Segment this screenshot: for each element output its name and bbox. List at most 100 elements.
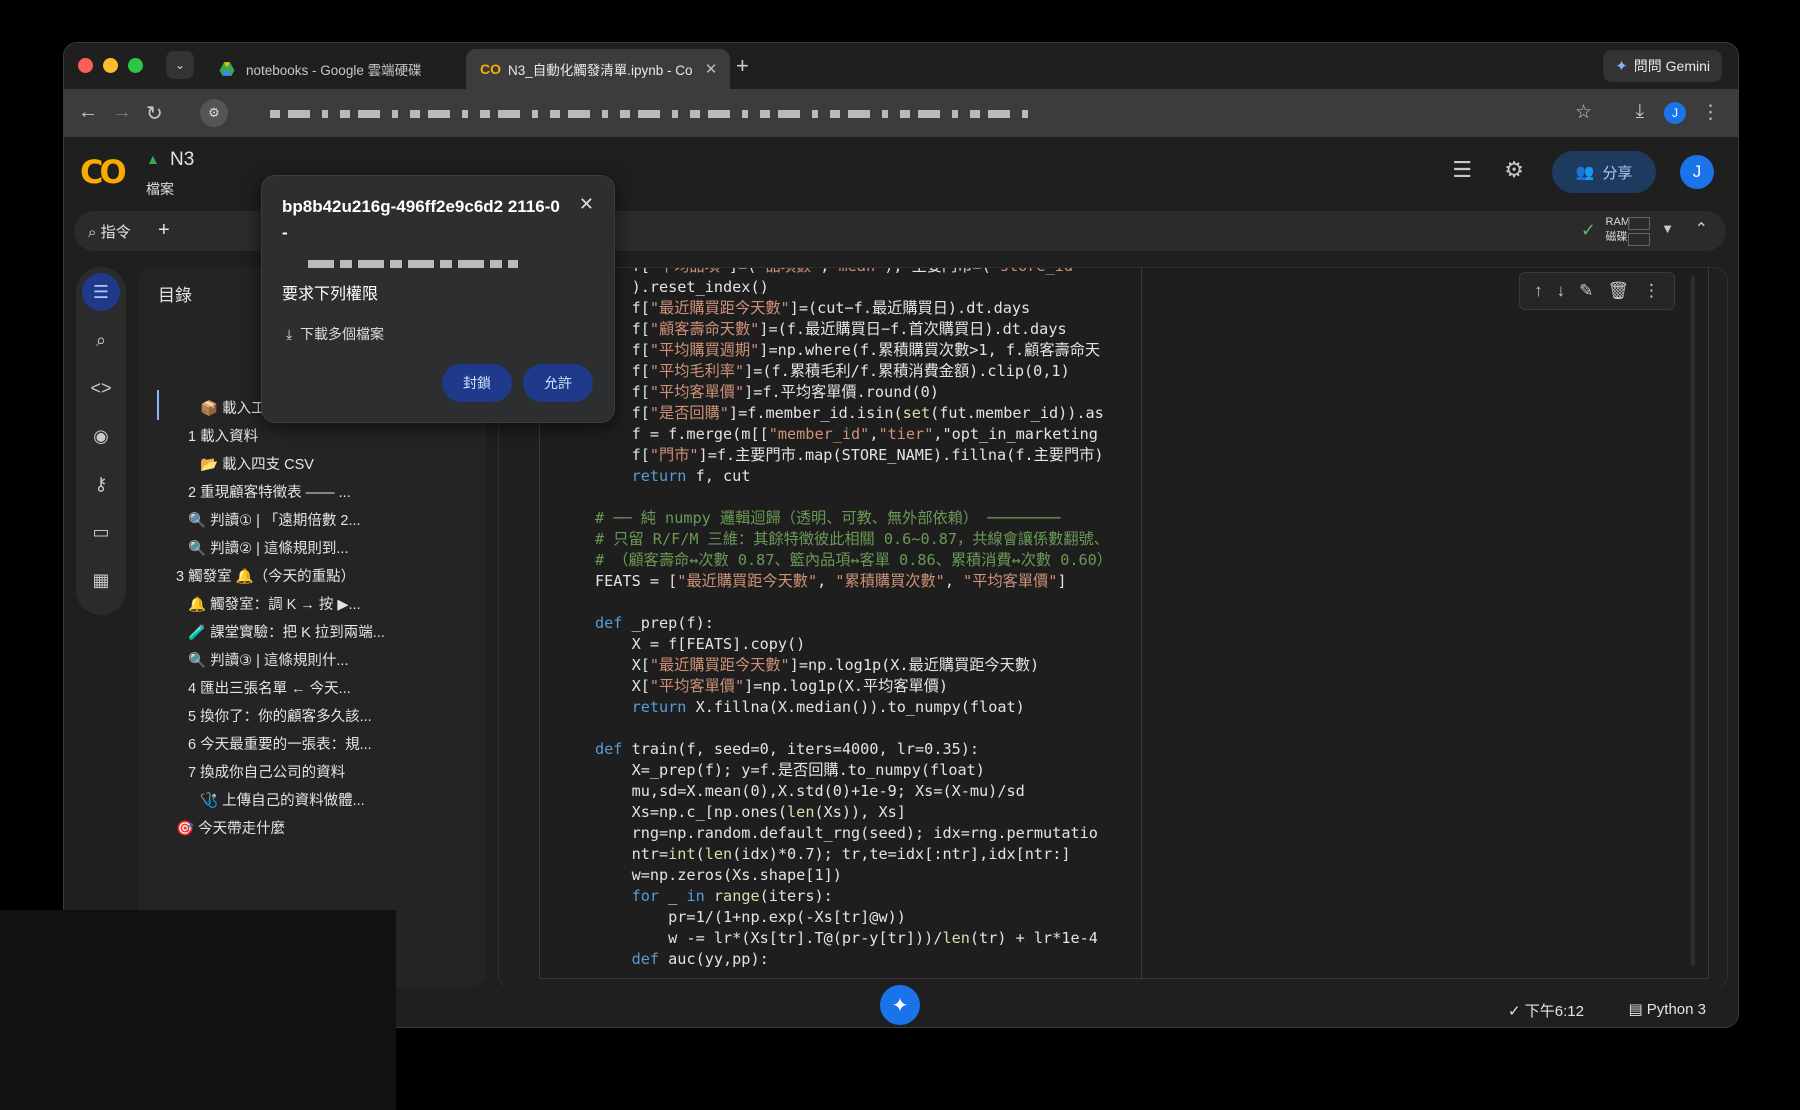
runtime-dropdown-icon[interactable]: ▼ bbox=[1661, 221, 1674, 236]
files-folder-icon[interactable]: ▭ bbox=[82, 513, 120, 551]
account-avatar[interactable]: J bbox=[1680, 155, 1714, 189]
resource-labels[interactable]: RAM 磁碟 bbox=[1606, 215, 1630, 245]
code-line: ).reset_index() bbox=[595, 278, 769, 296]
code-line: FEATS = ["最近購買距今天數", "累積購買次數", "平均客單價"] bbox=[595, 572, 1067, 590]
toc-item[interactable]: 🔍 判讀① | 「遠期倍數 2... bbox=[188, 509, 361, 530]
code-snippets-icon[interactable]: <> bbox=[82, 369, 120, 407]
toc-item[interactable]: 2 重現顧客特徵表 —— ... bbox=[188, 481, 351, 502]
toc-item[interactable]: 7 換成你自己公司的資料 bbox=[188, 761, 345, 782]
more-vert-icon[interactable]: ⋮ bbox=[1643, 281, 1660, 301]
ask-gemini-button[interactable]: ✦ 問問 Gemini bbox=[1603, 50, 1722, 82]
new-tab-button[interactable]: + bbox=[736, 53, 749, 79]
left-rail: ☰ ⌕ <> ◉ ⚷ ▭ ▦ bbox=[76, 267, 126, 615]
drive-icon: ▲ bbox=[146, 151, 160, 167]
delete-trash-icon[interactable]: 🗑 bbox=[1607, 281, 1629, 301]
data-table-icon[interactable]: ▦ bbox=[82, 561, 120, 599]
tab-colab-notebook[interactable]: CO N3_自動化觸發清單.ipynb - Co ✕ bbox=[466, 49, 730, 89]
runtime-status[interactable]: ▤ Python 3 bbox=[1628, 1000, 1706, 1018]
search-icon: ⌕ bbox=[88, 224, 97, 241]
comment-icon[interactable]: ☰ bbox=[1452, 157, 1472, 183]
notebook-title[interactable]: N3 bbox=[170, 149, 194, 171]
code-line: for _ in range(iters): bbox=[631, 887, 833, 905]
code-line: f["平均購買週期"]=np.where(f.累積購買次數>1, f.顧客壽命天 bbox=[595, 341, 1101, 359]
code-line: f["平均毛利率"]=(f.累積毛利/f.累積消費金額).clip(0,1) bbox=[595, 362, 1070, 380]
code-line: return f, cut bbox=[631, 467, 751, 485]
address-bar-redacted[interactable] bbox=[270, 110, 1030, 118]
forward-arrow-icon[interactable]: → bbox=[112, 101, 132, 124]
profile-avatar[interactable]: J bbox=[1664, 102, 1686, 124]
code-line: # （顧客壽命↔次數 0.87、籃內品項↔客單 0.86、累積消費↔次數 0.6… bbox=[595, 551, 1112, 569]
notebook-editor: ▶ f["平均品項"]=("品項數","mean"), 主要門市=("store… bbox=[498, 267, 1728, 989]
share-button[interactable]: 👥 分享 bbox=[1552, 151, 1656, 193]
last-run-time[interactable]: ✓ 下午6:12 bbox=[1508, 1000, 1584, 1021]
minimize-window-button[interactable] bbox=[103, 58, 118, 73]
code-line: Xs=np.c_[np.ones(len(Xs)), Xs] bbox=[595, 803, 906, 821]
code-line: ntr=int(len(idx)*0.7); tr,te=idx[:ntr],i… bbox=[595, 845, 1071, 863]
bookmark-star-icon[interactable]: ☆ bbox=[1575, 101, 1592, 124]
code-line: def _prep(f): bbox=[595, 614, 714, 632]
code-line: # 只留 R/F/M 三維：其餘特徵彼此相關 0.6~0.87，共線會讓係數翻號… bbox=[595, 530, 1109, 548]
settings-gear-icon[interactable]: ⚙ bbox=[1504, 157, 1524, 183]
secrets-key-icon[interactable]: ⚷ bbox=[82, 465, 120, 503]
browser-menu-icon[interactable]: ⋮ bbox=[1701, 101, 1720, 124]
command-palette-button[interactable]: ⌕ 指令 bbox=[88, 221, 131, 242]
toc-item[interactable]: 🔔 觸發室：調 K → 按 ▶... bbox=[188, 593, 361, 614]
toc-item[interactable]: 🧪 課堂實驗：把 K 拉到兩端... bbox=[188, 621, 385, 642]
variables-icon[interactable]: ◉ bbox=[82, 417, 120, 455]
add-cell-button[interactable]: + bbox=[158, 219, 170, 242]
table-of-contents-icon[interactable]: ☰ bbox=[82, 273, 120, 311]
block-button[interactable]: 封鎖 bbox=[442, 364, 512, 402]
move-down-icon[interactable]: ↓ bbox=[1557, 281, 1566, 301]
people-icon: 👥 bbox=[1575, 164, 1595, 181]
toc-item[interactable]: 🔍 判讀② | 這條規則到... bbox=[188, 537, 349, 558]
toc-item[interactable]: 📂 載入四支 CSV bbox=[200, 453, 314, 474]
download-icon: ⤓ bbox=[286, 326, 293, 342]
browser-toolbar: ← → ↻ ⚙ ☆ ⤓ J ⋮ bbox=[64, 89, 1738, 137]
code-editor[interactable]: f["平均品項"]=("品項數","mean"), 主要門市=("store_i… bbox=[595, 268, 1171, 986]
ask-gemini-label: 問問 Gemini bbox=[1633, 58, 1710, 74]
gemini-sparkle-icon: ✦ bbox=[891, 994, 909, 1017]
popup-request-label: 要求下列權限 bbox=[282, 286, 379, 303]
tab-search-button[interactable]: ⌄ bbox=[166, 51, 194, 79]
ram-bar bbox=[1628, 217, 1650, 230]
command-label: 指令 bbox=[100, 224, 131, 241]
code-line: X = f[FEATS].copy() bbox=[595, 635, 806, 653]
collapse-header-icon[interactable]: ⌃ bbox=[1695, 219, 1708, 239]
toc-item[interactable]: 🎯 今天帶走什麼 bbox=[176, 817, 285, 838]
toc-item[interactable]: 1 載入資料 bbox=[188, 425, 258, 446]
code-line: f["門市"]=f.主要門市.map(STORE_NAME).fillna(f.… bbox=[595, 446, 1104, 464]
maximize-window-button[interactable] bbox=[128, 58, 143, 73]
toc-item[interactable]: 6 今天最重要的一張表：規... bbox=[188, 733, 372, 754]
edit-pencil-icon[interactable]: ✎ bbox=[1579, 281, 1593, 301]
reload-icon[interactable]: ↻ bbox=[146, 101, 163, 126]
scrollbar[interactable] bbox=[1691, 276, 1695, 966]
site-info-icon[interactable]: ⚙ bbox=[200, 99, 228, 127]
colab-logo[interactable]: CO bbox=[80, 153, 127, 191]
permission-popup: bp8b42u216g-496ff2e9c6d2 2116-0- ✕ 要求下列權… bbox=[261, 175, 615, 423]
code-line: X["最近購買距今天數"]=np.log1p(X.最近購買距今天數) bbox=[595, 656, 1040, 674]
menu-file[interactable]: 檔案 bbox=[146, 179, 174, 199]
code-line: def auc(yy,pp): bbox=[631, 950, 769, 968]
allow-button[interactable]: 允許 bbox=[523, 364, 593, 402]
code-line: f["顧客壽命天數"]=(f.最近購買日−f.首次購買日).dt.days bbox=[595, 320, 1067, 338]
toc-item[interactable]: 🩺 上傳自己的資料做體... bbox=[200, 789, 365, 810]
close-icon[interactable]: ✕ bbox=[700, 60, 722, 78]
close-window-button[interactable] bbox=[78, 58, 93, 73]
back-arrow-icon[interactable]: ← bbox=[78, 101, 98, 124]
download-icon[interactable]: ⤓ bbox=[1636, 101, 1644, 123]
code-line: w -= lr*(Xs[tr].T@(pr-y[tr]))/len(tr) + … bbox=[595, 929, 1098, 947]
code-line: pr=1/(1+np.exp(-Xs[tr]@w)) bbox=[595, 908, 906, 926]
resource-bars[interactable] bbox=[1628, 217, 1650, 249]
toc-item[interactable]: 🔍 判讀③ | 這條規則什... bbox=[188, 649, 349, 670]
toc-item[interactable]: 5 換你了：你的顧客多久該... bbox=[188, 705, 372, 726]
close-icon[interactable]: ✕ bbox=[579, 194, 594, 215]
move-up-icon[interactable]: ↑ bbox=[1534, 281, 1543, 301]
disk-label: 磁碟 bbox=[1605, 231, 1628, 243]
gemini-fab-button[interactable]: ✦ bbox=[880, 985, 920, 1025]
toc-item[interactable]: 4 匯出三張名單 ← 今天... bbox=[188, 677, 351, 698]
gemini-sparkle-icon: ✦ bbox=[1615, 58, 1628, 75]
find-icon[interactable]: ⌕ bbox=[82, 321, 120, 359]
toc-item[interactable]: 3 觸發室 🔔（今天的重點） bbox=[176, 565, 355, 586]
